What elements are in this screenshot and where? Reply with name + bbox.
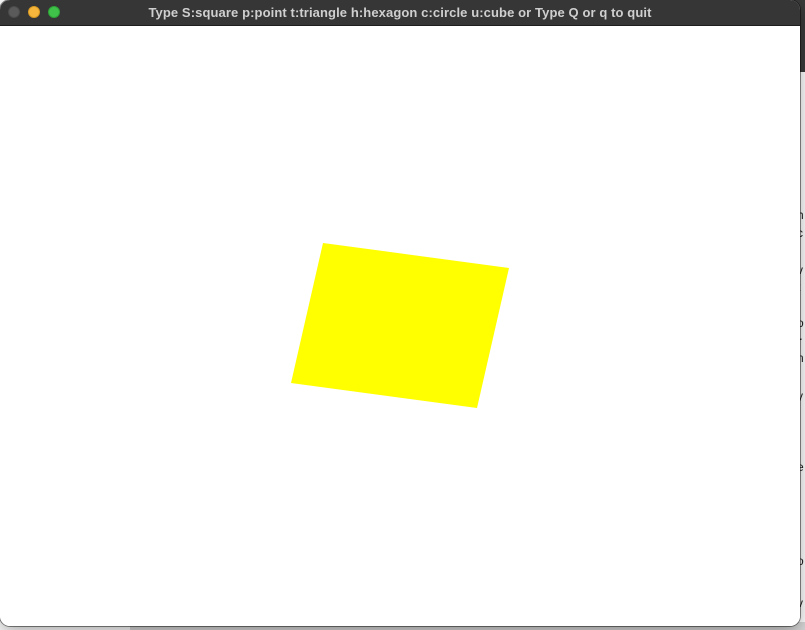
yellow-square-shape [291,243,509,408]
title-bar[interactable]: Type S:square p:point t:triangle h:hexag… [0,0,800,26]
app-window: Type S:square p:point t:triangle h:hexag… [0,0,800,626]
drawing-canvas[interactable] [0,26,800,626]
window-title: Type S:square p:point t:triangle h:hexag… [148,5,652,20]
canvas-svg [291,243,509,408]
